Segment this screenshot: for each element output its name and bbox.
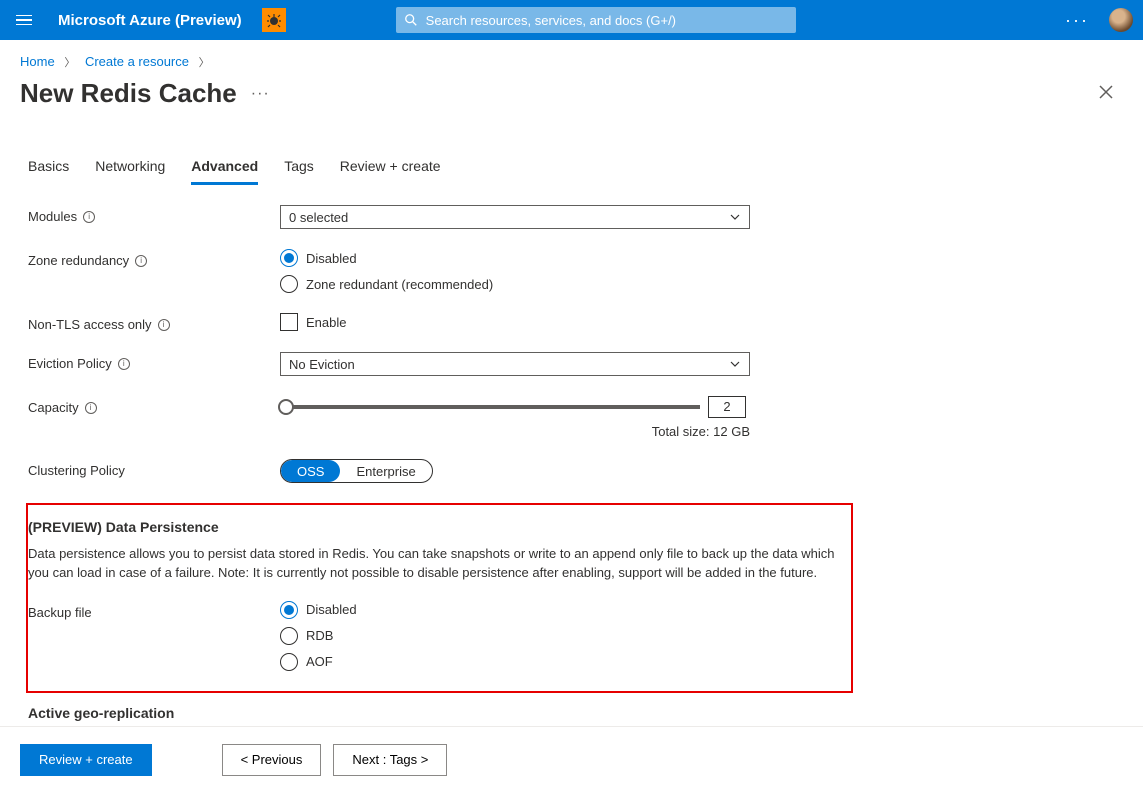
clustering-enterprise-option[interactable]: Enterprise (340, 460, 431, 482)
capacity-label: Capacity (28, 400, 79, 415)
info-icon[interactable]: i (118, 358, 130, 370)
clustering-oss-option[interactable]: OSS (281, 460, 340, 482)
search-input[interactable]: Search resources, services, and docs (G+… (396, 7, 796, 33)
next-button[interactable]: Next : Tags > (333, 744, 447, 776)
info-icon[interactable]: i (85, 402, 97, 414)
backup-rdb-label: RDB (306, 628, 333, 643)
search-icon (404, 13, 418, 27)
nontls-label: Non-TLS access only (28, 317, 152, 332)
hamburger-menu-icon[interactable] (10, 10, 30, 30)
radio-icon (280, 653, 298, 671)
data-persistence-section: (PREVIEW) Data Persistence Data persiste… (26, 503, 853, 693)
info-icon[interactable]: i (158, 319, 170, 331)
bug-icon[interactable] (262, 8, 286, 32)
modules-label: Modules (28, 209, 77, 224)
footer-bar: Review + create < Previous Next : Tags > (0, 726, 1143, 792)
brand-title[interactable]: Microsoft Azure (Preview) (58, 12, 242, 29)
backup-file-label: Backup file (28, 605, 92, 620)
radio-icon (280, 627, 298, 645)
chevron-right-icon: 〉 (64, 57, 75, 69)
persistence-heading: (PREVIEW) Data Persistence (28, 519, 837, 535)
radio-icon (280, 275, 298, 293)
checkbox-icon (280, 313, 298, 331)
modules-select[interactable]: 0 selected (280, 205, 750, 229)
backup-aof-label: AOF (306, 654, 333, 669)
capacity-slider[interactable] (280, 405, 700, 409)
search-placeholder: Search resources, services, and docs (G+… (426, 13, 676, 28)
close-icon[interactable] (1099, 83, 1113, 104)
clustering-toggle: OSS Enterprise (280, 459, 433, 483)
backup-radio-disabled[interactable]: Disabled (280, 601, 750, 619)
info-icon[interactable]: i (83, 211, 95, 223)
backup-radio-aof[interactable]: AOF (280, 653, 750, 671)
eviction-select[interactable]: No Eviction (280, 352, 750, 376)
tab-basics[interactable]: Basics (28, 158, 69, 185)
avatar[interactable] (1109, 8, 1133, 32)
chevron-down-icon (729, 211, 741, 223)
more-icon[interactable]: ··· (1065, 10, 1089, 31)
zone-radio-recommended[interactable]: Zone redundant (recommended) (280, 275, 750, 293)
backup-disabled-label: Disabled (306, 602, 357, 617)
clustering-label: Clustering Policy (28, 463, 125, 478)
page-title: New Redis Cache (20, 78, 237, 109)
info-icon[interactable]: i (135, 255, 147, 267)
persistence-description: Data persistence allows you to persist d… (28, 545, 837, 583)
slider-thumb[interactable] (278, 399, 294, 415)
top-header: Microsoft Azure (Preview) Search resourc… (0, 0, 1143, 40)
tab-review-create[interactable]: Review + create (340, 158, 441, 185)
breadcrumb: Home 〉 Create a resource 〉 (0, 40, 1143, 76)
modules-value: 0 selected (289, 210, 348, 225)
zone-redundancy-label: Zone redundancy (28, 253, 129, 268)
breadcrumb-create-resource[interactable]: Create a resource (85, 54, 189, 69)
content-scroll-area[interactable]: Basics Networking Advanced Tags Review +… (0, 128, 1143, 726)
title-row: New Redis Cache ··· (0, 76, 1143, 119)
capacity-total-label: Total size: 12 GB (280, 424, 750, 439)
eviction-value: No Eviction (289, 357, 355, 372)
tab-advanced[interactable]: Advanced (191, 158, 258, 185)
capacity-value-input[interactable]: 2 (708, 396, 746, 418)
nontls-enable-label: Enable (306, 315, 346, 330)
breadcrumb-home[interactable]: Home (20, 54, 55, 69)
review-create-button[interactable]: Review + create (20, 744, 152, 776)
eviction-label: Eviction Policy (28, 356, 112, 371)
zone-recommended-label: Zone redundant (recommended) (306, 277, 493, 292)
tab-networking[interactable]: Networking (95, 158, 165, 185)
nontls-checkbox[interactable]: Enable (280, 313, 750, 331)
zone-disabled-label: Disabled (306, 251, 357, 266)
radio-icon (280, 249, 298, 267)
radio-icon (280, 601, 298, 619)
previous-button[interactable]: < Previous (222, 744, 322, 776)
chevron-right-icon: 〉 (199, 57, 210, 69)
title-more-icon[interactable]: ··· (251, 85, 270, 103)
tab-bar: Basics Networking Advanced Tags Review +… (28, 158, 1123, 185)
chevron-down-icon (729, 358, 741, 370)
geo-replication-heading: Active geo-replication (28, 705, 1123, 721)
tab-tags[interactable]: Tags (284, 158, 314, 185)
backup-radio-rdb[interactable]: RDB (280, 627, 750, 645)
zone-radio-disabled[interactable]: Disabled (280, 249, 750, 267)
